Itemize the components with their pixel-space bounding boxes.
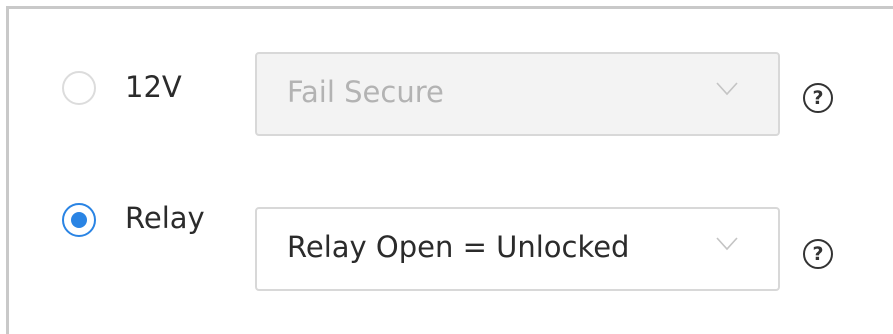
fail-mode-select[interactable]: Fail Secure (255, 52, 780, 136)
radio-selected-dot (71, 212, 87, 228)
help-icon-12v[interactable]: ? (803, 83, 833, 113)
radio-label-12v: 12V (125, 70, 182, 104)
chevron-down-icon (716, 237, 738, 251)
lock-output-panel: 12V Fail Secure ? Relay Relay Open = Unl… (6, 6, 893, 334)
radio-12v[interactable] (62, 71, 96, 105)
radio-relay[interactable] (62, 203, 96, 237)
radio-label-relay: Relay (125, 201, 205, 235)
option-row-relay: Relay Relay Open = Unlocked ? (9, 199, 893, 291)
option-row-12v: 12V Fail Secure ? (9, 47, 893, 137)
chevron-down-icon (716, 82, 738, 96)
help-icon-relay[interactable]: ? (803, 239, 833, 269)
fail-mode-select-value: Fail Secure (287, 75, 444, 109)
relay-mode-select-value: Relay Open = Unlocked (287, 230, 630, 264)
relay-mode-select[interactable]: Relay Open = Unlocked (255, 207, 780, 291)
